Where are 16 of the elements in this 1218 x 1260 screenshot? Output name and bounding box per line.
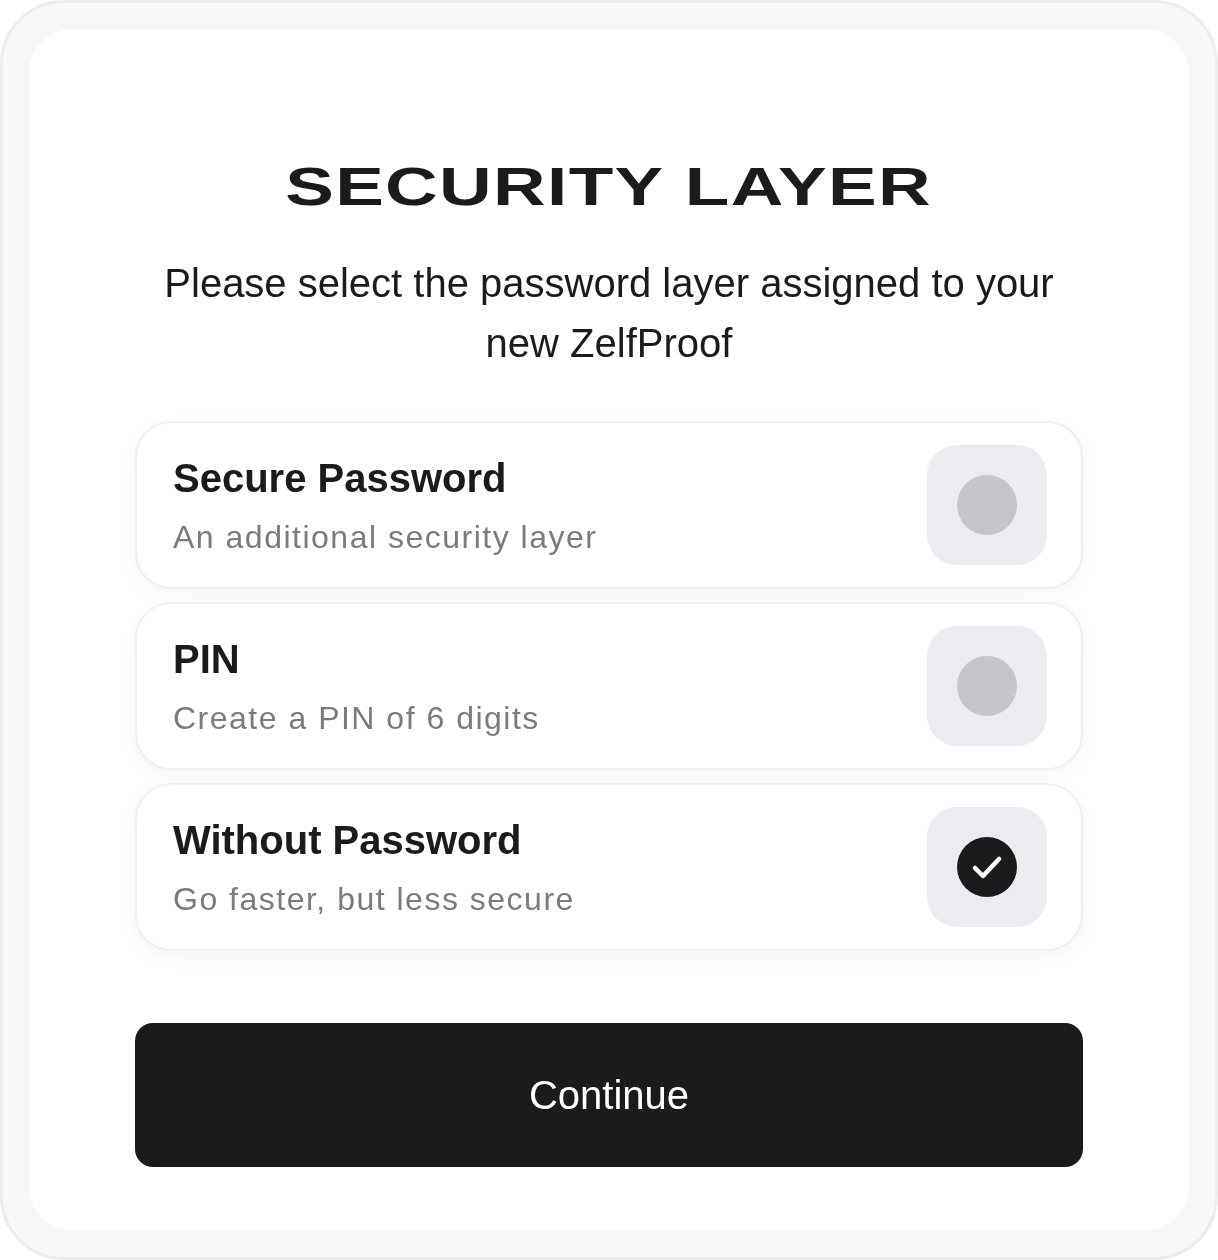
option-description: An additional security layer (173, 518, 598, 557)
option-title: PIN (173, 636, 241, 683)
continue-button[interactable]: Continue (135, 1023, 1083, 1167)
option-description: Create a PIN of 6 digits (173, 699, 540, 738)
checkmark-icon (957, 837, 1017, 897)
option-description: Go faster, but less secure (173, 880, 575, 919)
radio-button[interactable] (927, 807, 1047, 927)
option-title: Secure Password (173, 455, 508, 502)
option-card[interactable]: Secure Password An additional security layer (135, 421, 1083, 589)
subtitle: Please select the password layer assigned to your new ZelfProof (163, 260, 1055, 367)
option-card[interactable]: PIN Create a PIN of 6 digits (135, 602, 1083, 770)
option-card[interactable]: Without Password Go faster, but less secure (135, 783, 1083, 951)
page-title: SECURITY LAYER (285, 159, 933, 213)
radio-button[interactable] (927, 445, 1047, 565)
radio-button[interactable] (927, 626, 1047, 746)
option-title: Without Password (173, 817, 523, 864)
